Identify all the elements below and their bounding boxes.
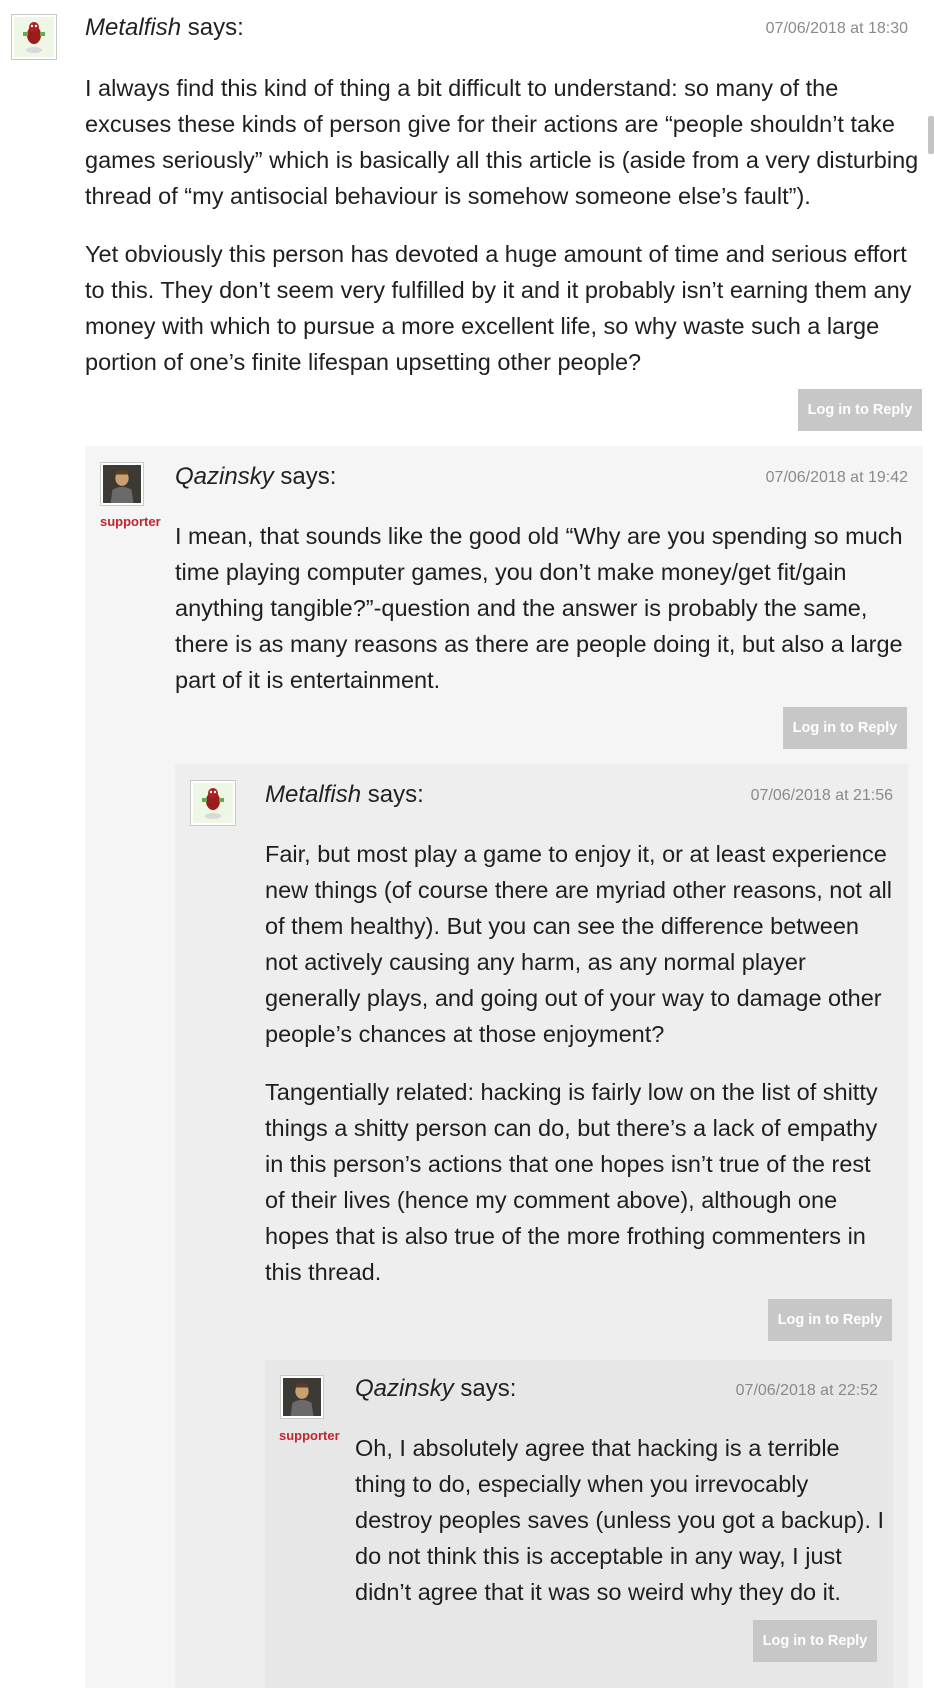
says-label: says: bbox=[280, 463, 337, 490]
comment-date[interactable]: 07/06/2018 at 18:30 bbox=[766, 20, 908, 38]
metalfish-avatar-icon[interactable] bbox=[11, 14, 57, 60]
comment-paragraph: I mean, that sounds like the good old “W… bbox=[175, 523, 903, 693]
comment-author: Metalfish says: bbox=[85, 14, 244, 42]
comment-date[interactable]: 07/06/2018 at 22:52 bbox=[736, 1382, 878, 1400]
page-scrollbar[interactable] bbox=[928, 0, 934, 1688]
comment-body: Fair, but most play a game to enjoy it, … bbox=[265, 836, 893, 1290]
author-name[interactable]: Metalfish bbox=[265, 781, 361, 808]
login-to-reply-button[interactable]: Log in to Reply bbox=[768, 1299, 892, 1341]
comment-body: I mean, that sounds like the good old “W… bbox=[175, 518, 908, 698]
login-to-reply-button[interactable]: Log in to Reply bbox=[753, 1620, 877, 1662]
scrollbar-thumb[interactable] bbox=[928, 116, 934, 154]
says-label: says: bbox=[187, 14, 244, 41]
supporter-badge: supporter bbox=[279, 1428, 340, 1443]
comment-paragraph: Oh, I absolutely agree that hacking is a… bbox=[355, 1435, 885, 1605]
metalfish-avatar-icon[interactable] bbox=[190, 780, 236, 826]
qazinsky-avatar-icon[interactable] bbox=[280, 1375, 324, 1419]
says-label: says: bbox=[367, 781, 424, 808]
author-name[interactable]: Qazinsky bbox=[175, 463, 274, 490]
author-name[interactable]: Qazinsky bbox=[355, 1375, 454, 1402]
comment-paragraph: Yet obviously this person has devoted a … bbox=[85, 241, 912, 375]
comment-author: Qazinsky says: bbox=[175, 463, 336, 491]
comment-paragraph: Fair, but most play a game to enjoy it, … bbox=[265, 841, 892, 1047]
comment-date[interactable]: 07/06/2018 at 21:56 bbox=[751, 787, 893, 805]
author-name[interactable]: Metalfish bbox=[85, 14, 181, 41]
comment-paragraph: I always find this kind of thing a bit d… bbox=[85, 75, 919, 209]
comment-paragraph: Tangentially related: hacking is fairly … bbox=[265, 1079, 878, 1285]
supporter-badge: supporter bbox=[100, 514, 161, 529]
login-to-reply-button[interactable]: Log in to Reply bbox=[783, 707, 907, 749]
comment-date[interactable]: 07/06/2018 at 19:42 bbox=[766, 469, 908, 487]
login-to-reply-button[interactable]: Log in to Reply bbox=[798, 389, 922, 431]
qazinsky-avatar-icon[interactable] bbox=[100, 462, 144, 506]
comment-body: Oh, I absolutely agree that hacking is a… bbox=[355, 1430, 885, 1610]
comment-body: I always find this kind of thing a bit d… bbox=[85, 70, 923, 380]
comment-author: Metalfish says: bbox=[265, 781, 424, 809]
comment-author: Qazinsky says: bbox=[355, 1375, 516, 1403]
says-label: says: bbox=[460, 1375, 517, 1402]
